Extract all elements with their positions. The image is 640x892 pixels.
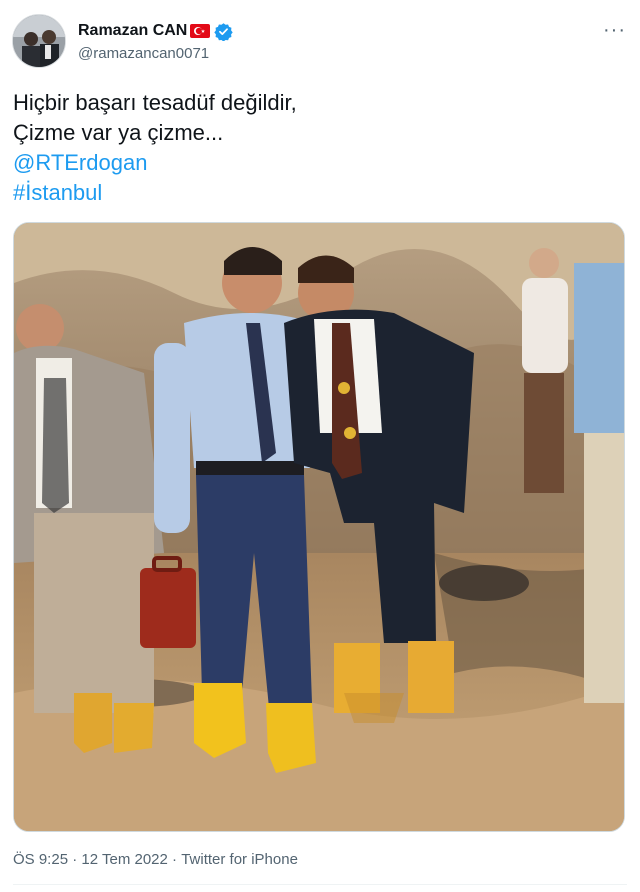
tweet-meta: ÖS 9:25 · 12 Tem 2022 · Twitter for iPho… <box>13 851 298 868</box>
user-names: Ramazan CAN @ramazancan0071 <box>78 20 234 62</box>
meta-separator: · <box>68 851 82 868</box>
hashtag-link[interactable]: #İstanbul <box>13 178 613 208</box>
tweet-text-line-1: Hiçbir başarı tesadüf değildir, <box>13 90 297 115</box>
tweet-header: Ramazan CAN @ramazancan0071 ··· <box>12 14 628 70</box>
user-handle[interactable]: @ramazancan0071 <box>78 45 233 62</box>
tweet-text-line-2: Çizme var ya çizme... <box>13 120 224 145</box>
tweet-date[interactable]: 12 Tem 2022 <box>81 851 167 868</box>
more-options-icon[interactable]: ··· <box>603 20 626 40</box>
tweet-photo[interactable] <box>13 222 625 832</box>
display-name[interactable]: Ramazan CAN <box>78 22 187 40</box>
display-name-row: Ramazan CAN <box>78 20 234 42</box>
verified-badge-icon <box>214 22 234 42</box>
meta-separator: · <box>167 851 182 868</box>
tweet-source[interactable]: Twitter for iPhone <box>181 851 298 868</box>
tweet-time[interactable]: ÖS 9:25 <box>13 851 68 868</box>
divider <box>13 884 627 885</box>
tweet-card: Ramazan CAN @ramazancan0071 ··· Hiçbir b… <box>0 0 640 892</box>
turkey-flag-icon <box>190 24 211 38</box>
avatar[interactable] <box>12 14 66 68</box>
tweet-text: Hiçbir başarı tesadüf değildir, Çizme va… <box>13 88 613 208</box>
mention-link[interactable]: @RTErdogan <box>13 148 613 178</box>
